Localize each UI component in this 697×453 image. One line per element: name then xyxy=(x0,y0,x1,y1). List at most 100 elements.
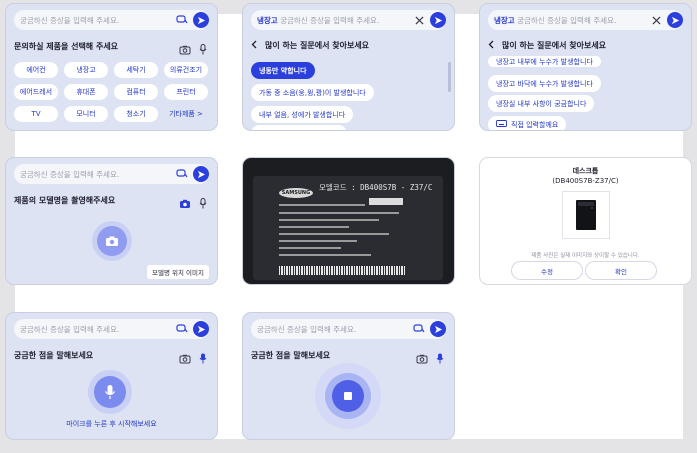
barcode xyxy=(279,266,405,275)
recording-ring xyxy=(325,373,371,419)
search-input[interactable]: 냉장고 궁금하신 증상을 입력해 주세요. xyxy=(494,15,649,26)
send-icon xyxy=(197,325,205,333)
search-input[interactable]: 냉장고 궁금하신 증상을 입력해 주세요. xyxy=(257,15,412,26)
search-input[interactable]: 궁금하신 증상을 입력해 주세요. xyxy=(20,169,175,180)
close-icon[interactable] xyxy=(412,13,426,27)
search-input[interactable]: 궁금하신 증상을 입력해 주세요. xyxy=(20,15,175,26)
panel-faq-1: 냉장고 궁금하신 증상을 입력해 주세요. 많이 하는 질문에서 찾아보세요 냉… xyxy=(243,4,454,130)
back-chevron-icon[interactable] xyxy=(488,40,494,51)
edit-button[interactable]: 수정 xyxy=(512,262,582,279)
image-disclaimer: 제품 사진은 실제 이미지와 상이할 수 있습니다. xyxy=(531,253,640,259)
search-bar[interactable]: 궁금하신 증상을 입력해 주세요. xyxy=(14,164,209,184)
search-bar[interactable]: 냉장고 궁금하신 증상을 입력해 주세요. xyxy=(488,10,683,30)
search-input[interactable]: 궁금하신 증상을 입력해 주세요. xyxy=(257,324,412,335)
search-bar[interactable]: 냉장고 궁금하신 증상을 입력해 주세요. xyxy=(251,10,446,30)
chip-washer[interactable]: 세탁기 xyxy=(114,62,158,78)
scrollbar[interactable] xyxy=(448,62,451,92)
chip-airdresser[interactable]: 에어드레서 xyxy=(14,84,58,100)
chip-dryer[interactable]: 의류건조기 xyxy=(164,62,208,78)
send-button[interactable] xyxy=(193,166,209,182)
panel-camera: 궁금하신 증상을 입력해 주세요. 제품의 모델명을 촬영해주세요 모델명 위치… xyxy=(6,158,217,284)
close-icon[interactable] xyxy=(649,13,663,27)
brand-logo: SAMSUNG xyxy=(279,188,313,198)
panel-voice-2: 궁금하신 증상을 입력해 주세요. 궁금한 점을 말해보세요 xyxy=(243,313,454,439)
panel-heading: 많이 하는 질문에서 찾아보세요 xyxy=(265,41,370,50)
faq-item[interactable]: 냉장실 내부 사항이 궁금합니다 xyxy=(488,95,595,112)
camera-icon[interactable] xyxy=(179,349,191,368)
direct-input-label: 직접 입력할께요 xyxy=(511,120,559,129)
chip-monitor[interactable]: 모니터 xyxy=(64,106,108,122)
direct-input-button[interactable]: 직접 입력할께요 xyxy=(488,116,567,130)
faq-item[interactable]: 냉장고 바닥에 누수가 발생합니다 xyxy=(488,75,601,92)
search-input[interactable]: 궁금하신 증상을 입력해 주세요. xyxy=(20,324,175,335)
search-bar[interactable]: 궁금하신 증상을 입력해 주세요. xyxy=(14,10,209,30)
capture-circle xyxy=(97,226,127,256)
search-bar[interactable]: 궁금하신 증상을 입력해 주세요. xyxy=(251,319,446,339)
capture-button[interactable] xyxy=(92,221,132,261)
chat-bot-icon[interactable] xyxy=(175,322,189,336)
model-position-button[interactable]: 모델명 위치 이미지 xyxy=(147,265,209,279)
microphone-hint: 마이크를 누른 후 시작해보세요 xyxy=(66,420,157,428)
send-button[interactable] xyxy=(193,12,209,28)
chip-fridge[interactable]: 냉장고 xyxy=(64,62,108,78)
panel-photo: SAMSUNG 모델코드 : DB400S7B - Z37/C xyxy=(243,158,454,284)
microphone-icon[interactable] xyxy=(199,40,207,59)
microphone-icon[interactable] xyxy=(199,194,207,213)
panel-heading: 궁금한 점을 말해보세요 xyxy=(251,351,331,360)
desktop-tower-icon xyxy=(576,200,596,230)
chip-computer[interactable]: 컴퓨터 xyxy=(114,84,158,100)
faq-item[interactable]: 가동 중 소음(웅,윙,쾅)이 발생합니다 xyxy=(251,84,374,101)
confirm-button[interactable]: 확인 xyxy=(586,262,656,279)
panel-heading: 제품의 모델명을 촬영해주세요 xyxy=(14,196,116,205)
keyboard-icon xyxy=(496,120,507,129)
send-button[interactable] xyxy=(667,12,683,28)
chip-tv[interactable]: TV xyxy=(14,106,58,122)
microphone-icon-active[interactable] xyxy=(199,349,207,368)
stop-recording-button[interactable] xyxy=(315,363,381,429)
panel-heading: 많이 하는 질문에서 찾아보세요 xyxy=(502,41,607,50)
search-placeholder: 궁금하신 증상을 입력해 주세요. xyxy=(280,15,380,25)
model-label-photo: SAMSUNG 모델코드 : DB400S7B - Z37/C xyxy=(253,176,443,280)
microphone-button[interactable] xyxy=(88,370,132,414)
panel-voice-1: 궁금하신 증상을 입력해 주세요. 궁금한 점을 말해보세요 마이크를 누른 후… xyxy=(6,313,217,439)
camera-icon[interactable] xyxy=(416,349,428,368)
product-model-code: (DB400S7B-Z37/C) xyxy=(552,177,619,185)
search-placeholder: 궁금하신 증상을 입력해 주세요. xyxy=(517,15,617,25)
category-tag: 냉장고 xyxy=(494,15,515,25)
product-image xyxy=(562,191,610,239)
send-icon xyxy=(197,16,205,24)
faq-item[interactable]: 냉장고 내부에 누수가 발생합니다 xyxy=(488,56,601,67)
camera-icon-active[interactable] xyxy=(179,194,191,213)
microphone-icon-active[interactable] xyxy=(436,349,444,368)
faq-item[interactable]: 냉동만 약합니다 xyxy=(251,62,315,79)
panel-product-select: 궁금하신 증상을 입력해 주세요. 문의하실 제품을 선택해 주세요 에어컨 냉… xyxy=(6,4,217,130)
send-button[interactable] xyxy=(430,12,446,28)
send-button[interactable] xyxy=(430,321,446,337)
faq-item-partial[interactable] xyxy=(251,125,347,130)
chat-bot-icon[interactable] xyxy=(412,322,426,336)
chip-printer[interactable]: 프린터 xyxy=(164,84,208,100)
microphone-circle xyxy=(94,376,126,408)
recording-core xyxy=(332,380,364,412)
camera-icon xyxy=(106,236,118,246)
send-button[interactable] xyxy=(193,321,209,337)
send-icon xyxy=(434,325,442,333)
chip-vacuum[interactable]: 청소기 xyxy=(114,106,158,122)
chip-aircon[interactable]: 에어컨 xyxy=(14,62,58,78)
chat-bot-icon[interactable] xyxy=(175,167,189,181)
chip-phone[interactable]: 휴대폰 xyxy=(64,84,108,100)
faq-item[interactable]: 내부 얼음, 성에가 발생합니다 xyxy=(251,106,354,123)
chat-bot-icon[interactable] xyxy=(175,13,189,27)
back-chevron-icon[interactable] xyxy=(251,40,257,51)
panel-heading: 궁금한 점을 말해보세요 xyxy=(14,351,94,360)
chip-other-products[interactable]: 기타제품 > xyxy=(164,106,208,122)
product-name: 데스크톱 xyxy=(572,167,599,175)
category-tag: 냉장고 xyxy=(257,15,278,25)
send-icon xyxy=(197,170,205,178)
microphone-icon xyxy=(104,385,116,399)
camera-icon[interactable] xyxy=(179,40,191,59)
search-bar[interactable]: 궁금하신 증상을 입력해 주세요. xyxy=(14,319,209,339)
model-code-label: 모델코드 : DB400S7B - Z37/C xyxy=(319,183,433,192)
stop-icon xyxy=(344,392,352,400)
panel-faq-2: 냉장고 궁금하신 증상을 입력해 주세요. 많이 하는 질문에서 찾아보세요 냉… xyxy=(480,4,691,130)
